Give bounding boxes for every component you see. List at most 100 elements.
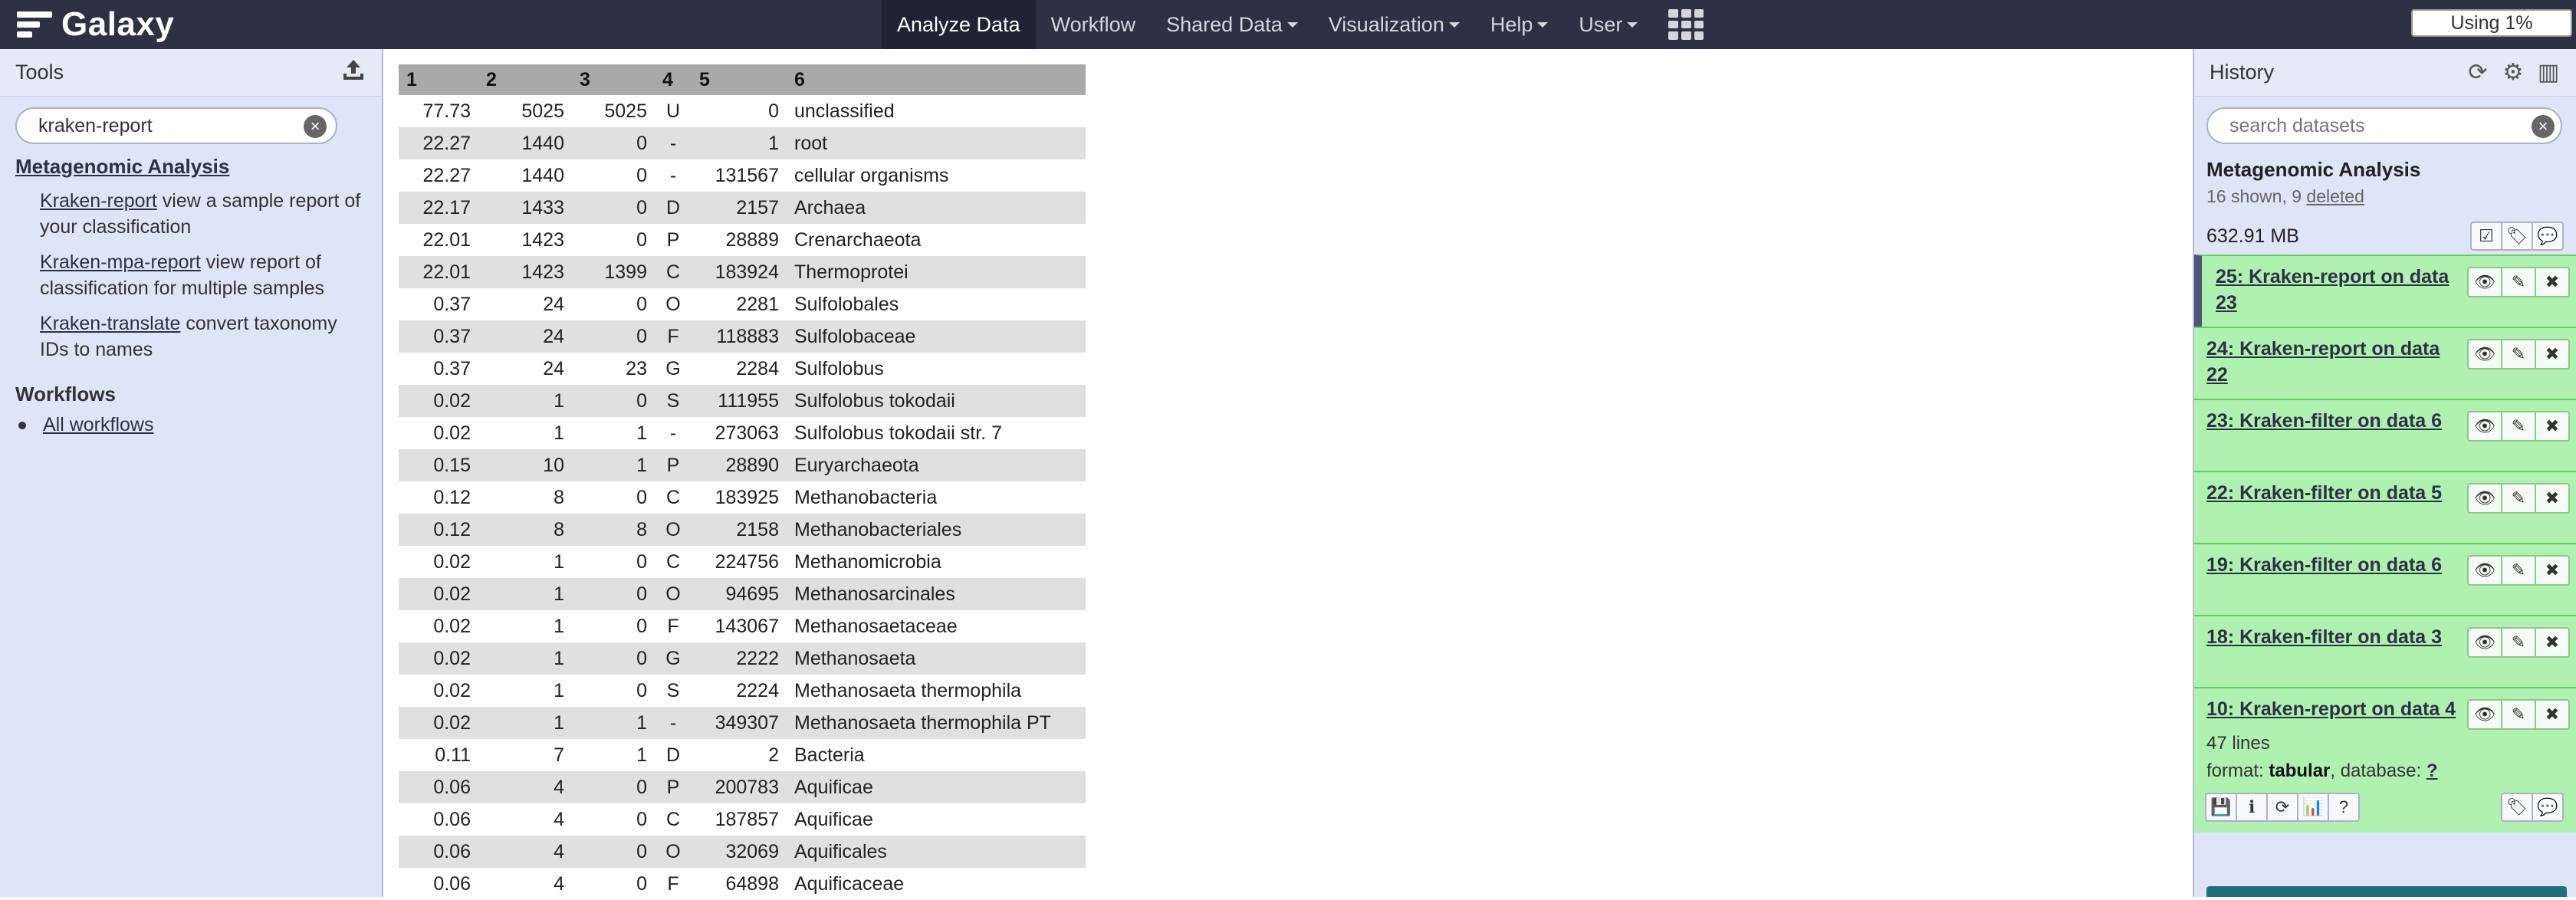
quota-meter[interactable]: Using 1%: [2411, 9, 2572, 37]
table-cell: 8: [572, 514, 655, 546]
table-cell: 0.02: [399, 578, 478, 610]
help-icon[interactable]: ?: [2328, 793, 2360, 822]
delete-icon[interactable]: ✖: [2535, 339, 2570, 370]
table-cell: Sulfolobaceae: [787, 320, 1086, 353]
tool-link[interactable]: Kraken-report: [40, 190, 157, 212]
delete-icon[interactable]: ✖: [2535, 627, 2570, 658]
table-cell: 0.11: [435, 744, 471, 766]
rerun-icon[interactable]: ⟳: [2266, 793, 2298, 822]
save-icon[interactable]: 💾: [2205, 793, 2237, 822]
dataset-title[interactable]: 22: Kraken-filter on data 5: [2206, 480, 2463, 506]
dataset-title[interactable]: 25: Kraken-report on data 23: [2216, 264, 2463, 316]
nav-user[interactable]: User: [1563, 0, 1653, 49]
column-header: 1: [399, 64, 478, 95]
pencil-icon[interactable]: ✎: [2501, 699, 2536, 730]
delete-icon[interactable]: ✖: [2535, 267, 2570, 297]
dataset-title[interactable]: 24: Kraken-report on data 22: [2206, 336, 2463, 388]
nav-analyze-data[interactable]: Analyze Data: [882, 0, 1036, 49]
database-link[interactable]: ?: [2426, 760, 2438, 781]
delete-icon[interactable]: ✖: [2535, 483, 2570, 514]
eye-icon[interactable]: 👁: [2467, 483, 2502, 514]
pencil-icon[interactable]: ✎: [2501, 627, 2536, 658]
nav-label: User: [1579, 12, 1623, 36]
eye-icon[interactable]: 👁: [2467, 339, 2502, 370]
tool-link[interactable]: Kraken-translate: [40, 313, 180, 334]
galaxy-brand[interactable]: Galaxy: [17, 5, 174, 44]
table-cell: 0.06: [399, 771, 478, 803]
table-cell: 0.12: [433, 486, 471, 508]
dataset-title[interactable]: 23: Kraken-filter on data 6: [2206, 408, 2463, 434]
info-icon[interactable]: ℹ: [2236, 793, 2268, 822]
delete-icon[interactable]: ✖: [2535, 555, 2570, 586]
table-cell: 0.37: [399, 320, 478, 353]
nav-shared-data[interactable]: Shared Data: [1151, 0, 1313, 49]
column-header: 4: [655, 64, 692, 95]
pencil-icon[interactable]: ✎: [2501, 339, 2536, 370]
refresh-icon[interactable]: ⟳: [2466, 60, 2490, 85]
dataset-tags-icon[interactable]: 🏷: [2501, 793, 2533, 822]
dataset-item[interactable]: 25: Kraken-report on data 23 👁 ✎ ✖: [2194, 255, 2576, 327]
eye-icon[interactable]: 👁: [2467, 699, 2502, 730]
visualize-icon[interactable]: 📊: [2297, 793, 2329, 822]
table-row: 0.02 1 0 S 2224 Methanosaeta thermophila: [399, 675, 1086, 707]
caret-down-icon: [1448, 21, 1460, 28]
nav-workflow[interactable]: Workflow: [1036, 0, 1152, 49]
dataset-item-expanded[interactable]: 10: Kraken-report on data 4 👁 ✎ ✖ 47 lin…: [2194, 687, 2576, 833]
table-cell: Aquificales: [787, 836, 1086, 868]
center-panel: 123456 77.73 5025 5025 U 0 unclassified 22.27 1…: [383, 49, 2193, 897]
table-cell: Bacteria: [794, 744, 865, 766]
dataset-annotation-icon[interactable]: 💬: [2532, 793, 2564, 822]
upload-icon[interactable]: [340, 57, 366, 88]
eye-icon[interactable]: 👁: [2467, 411, 2502, 442]
eye-icon[interactable]: 👁: [2467, 627, 2502, 658]
dataset-item[interactable]: 24: Kraken-report on data 22 👁 ✎ ✖: [2194, 327, 2576, 399]
dataset-title[interactable]: 19: Kraken-filter on data 6: [2206, 552, 2463, 578]
deleted-link[interactable]: deleted: [2306, 186, 2364, 206]
eye-icon[interactable]: 👁: [2467, 267, 2502, 297]
tool-link[interactable]: Kraken-mpa-report: [40, 251, 201, 273]
table-cell: 1: [636, 422, 647, 444]
delete-icon[interactable]: ✖: [2535, 411, 2570, 442]
gear-icon[interactable]: ⚙: [2501, 60, 2525, 85]
select-all-icon[interactable]: ☑: [2470, 222, 2502, 251]
dataset-item[interactable]: 19: Kraken-filter on data 6 👁 ✎ ✖: [2194, 543, 2576, 615]
delete-icon[interactable]: ✖: [2535, 699, 2570, 730]
pencil-icon[interactable]: ✎: [2501, 267, 2536, 297]
annotation-icon[interactable]: 💬: [2532, 222, 2564, 251]
next-dataset-strip[interactable]: [2206, 886, 2567, 897]
table-cell: 118883: [692, 320, 787, 353]
table-cell: 200783: [692, 771, 787, 803]
clear-history-search-icon[interactable]: ×: [2532, 115, 2555, 138]
nav-label: Help: [1490, 12, 1533, 36]
all-workflows-link[interactable]: All workflows: [43, 414, 153, 436]
eye-icon[interactable]: 👁: [2467, 555, 2502, 586]
nav-visualization[interactable]: Visualization: [1313, 0, 1475, 49]
pencil-icon[interactable]: ✎: [2501, 555, 2536, 586]
pencil-icon[interactable]: ✎: [2501, 483, 2536, 514]
history-search-input[interactable]: [2206, 107, 2562, 144]
columns-icon[interactable]: ▥: [2536, 60, 2561, 85]
dataset-item[interactable]: 18: Kraken-filter on data 3 👁 ✎ ✖: [2194, 615, 2576, 687]
table-cell: Aquificae: [794, 808, 873, 830]
history-name[interactable]: Metagenomic Analysis: [2206, 158, 2576, 182]
table-cell: 1440: [478, 127, 572, 159]
table-cell: 1: [478, 707, 572, 739]
clear-search-icon[interactable]: ×: [304, 115, 327, 138]
apps-menu[interactable]: [1653, 0, 1719, 49]
pencil-icon[interactable]: ✎: [2501, 411, 2536, 442]
tool-search-input[interactable]: [15, 107, 337, 144]
table-cell: 2158: [692, 514, 787, 546]
tool-section-metagenomic[interactable]: Metagenomic Analysis: [15, 155, 382, 179]
dataset-item[interactable]: 23: Kraken-filter on data 6 👁 ✎ ✖: [2194, 399, 2576, 471]
dataset-actions: 👁 ✎ ✖: [2467, 699, 2570, 730]
brand-title: Galaxy: [61, 5, 175, 43]
nav-label: Shared Data: [1166, 12, 1283, 36]
table-cell: 0: [572, 836, 655, 868]
nav-help[interactable]: Help: [1475, 0, 1564, 49]
tags-icon[interactable]: 🏷: [2501, 222, 2533, 251]
table-cell: 32069: [692, 836, 787, 868]
dataset-item[interactable]: 22: Kraken-filter on data 5 👁 ✎ ✖: [2194, 471, 2576, 543]
dataset-title[interactable]: 18: Kraken-filter on data 3: [2206, 624, 2463, 650]
table-row: 0.02 1 0 O 94695 Methanosarcinales: [399, 578, 1086, 610]
tool-list: Kraken-report view a sample report of yo…: [0, 188, 382, 363]
